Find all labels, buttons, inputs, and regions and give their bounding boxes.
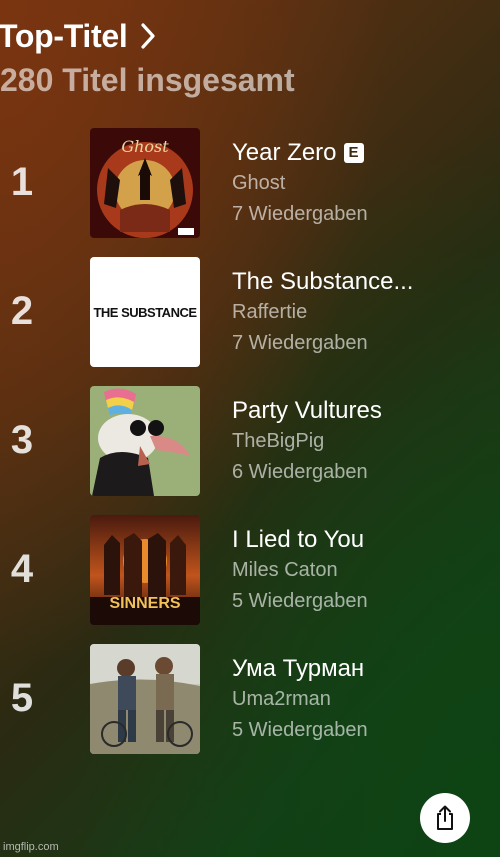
track-plays: 5 Wiedergaben <box>232 719 368 741</box>
rank-number: 4 <box>10 547 34 591</box>
track-title: Year Zero <box>232 139 337 166</box>
track-title: The Substance... <box>232 268 414 295</box>
track-row-3[interactable]: 3 Party Vultures TheBigPig 6 Wiedergaben <box>0 386 500 515</box>
track-artist: Raffertie <box>232 301 308 323</box>
track-row-1[interactable]: 1 Ghost Year Zero E Ghost 7 Wiedergaben <box>0 128 500 257</box>
rank-number: 3 <box>10 418 34 462</box>
track-row-2[interactable]: 2 THE SUBSTANCE The Substance... Raffert… <box>0 257 500 386</box>
album-art-year-zero: Ghost <box>90 128 200 238</box>
header: Top-Titel 280 Titel insgesamt <box>0 14 295 100</box>
album-art-sinners: SINNERS <box>90 515 200 625</box>
track-meta: I Lied to You Miles Caton 5 Wiedergaben <box>232 525 492 617</box>
cover-text: THE SUBSTANCE <box>93 305 197 320</box>
album-art-party-vultures <box>90 386 200 496</box>
watermark: imgflip.com <box>3 841 59 853</box>
track-row-4[interactable]: 4 SINNERS I Lied to You Miles Caton 5 Wi… <box>0 515 500 644</box>
track-plays: 7 Wiedergaben <box>232 203 368 225</box>
track-list: 1 Ghost Year Zero E Ghost 7 Wiedergaben <box>0 128 500 773</box>
chevron-right-icon <box>141 23 156 49</box>
cover-text: SINNERS <box>109 595 180 612</box>
track-title: Party Vultures <box>232 397 382 424</box>
track-title: I Lied to You <box>232 526 365 553</box>
track-artist: Uma2rman <box>232 688 331 710</box>
track-artist: TheBigPig <box>232 430 325 452</box>
track-meta: The Substance... Raffertie 7 Wiedergaben <box>232 267 492 359</box>
track-plays: 5 Wiedergaben <box>232 590 368 612</box>
track-meta: Ума Турман Uma2rman 5 Wiedergaben <box>232 654 492 746</box>
album-art-uma-turman <box>90 644 200 754</box>
page-title: Top-Titel <box>0 18 128 54</box>
track-title: Ума Турман <box>232 655 365 682</box>
svg-text:Ghost: Ghost <box>121 137 169 156</box>
track-meta: Year Zero E Ghost 7 Wiedergaben <box>232 138 492 230</box>
track-meta: Party Vultures TheBigPig 6 Wiedergaben <box>232 396 492 488</box>
track-artist: Miles Caton <box>232 559 338 581</box>
track-artist: Ghost <box>232 172 286 194</box>
rank-number: 5 <box>10 676 34 720</box>
rank-number: 2 <box>10 289 34 333</box>
top-titles-link[interactable]: Top-Titel <box>0 14 295 58</box>
track-count: 280 Titel insgesamt <box>0 62 295 98</box>
track-row-5[interactable]: 5 Ума Турман Uma2rman 5 Wiedergaben <box>0 644 500 773</box>
share-icon <box>437 805 453 830</box>
track-plays: 7 Wiedergaben <box>232 332 368 354</box>
share-button[interactable] <box>420 793 470 843</box>
explicit-badge: E <box>343 143 364 163</box>
track-plays: 6 Wiedergaben <box>232 461 368 483</box>
rank-number: 1 <box>10 160 34 204</box>
album-art-the-substance: THE SUBSTANCE <box>90 257 200 367</box>
